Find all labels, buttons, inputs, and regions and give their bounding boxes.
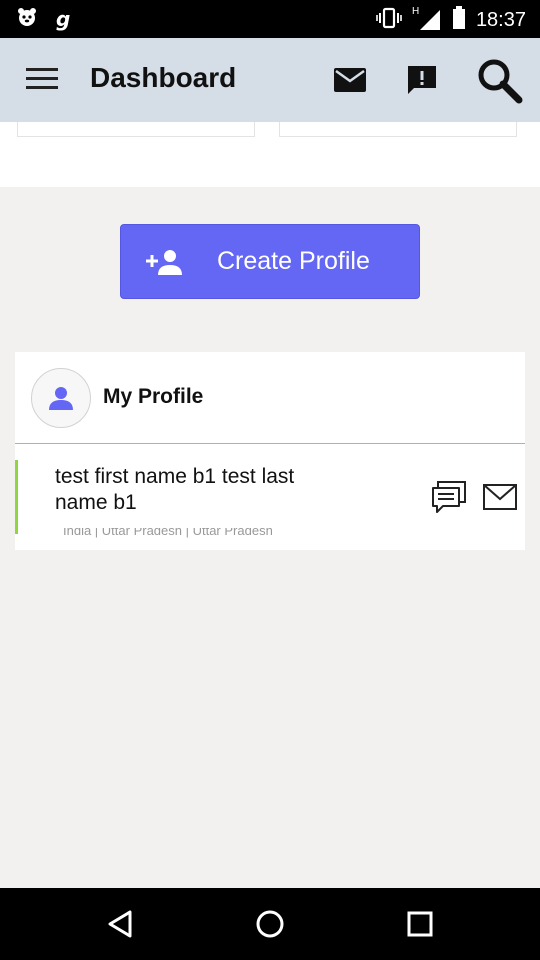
divider <box>15 443 525 444</box>
message-icon[interactable] <box>483 484 517 514</box>
system-nav-bar <box>0 888 540 960</box>
feedback-icon[interactable] <box>402 60 442 100</box>
create-profile-label: Create Profile <box>217 247 370 275</box>
summary-card[interactable] <box>17 122 255 137</box>
recents-icon[interactable] <box>404 908 436 940</box>
app-notification-icon <box>16 6 38 32</box>
create-profile-button[interactable]: Create Profile <box>120 224 420 299</box>
my-profile-card: My Profile test first name b1 test last … <box>15 352 525 550</box>
profile-name[interactable]: test first name b1 test last name b1 <box>55 464 305 516</box>
card-title: My Profile <box>103 385 204 408</box>
person-icon <box>49 387 73 410</box>
avatar <box>31 368 91 428</box>
list-item-accent <box>15 460 18 534</box>
status-bar: g H 18:37 <box>0 0 540 38</box>
mail-icon[interactable] <box>330 60 370 100</box>
summary-cards-strip <box>0 122 540 187</box>
carrier-glyph: g <box>56 7 71 31</box>
menu-icon[interactable] <box>26 68 58 92</box>
profile-location: India | Uttar Pradesh | Uttar Pradesh <box>63 528 273 538</box>
page-title: Dashboard <box>90 62 237 93</box>
signal-icon: H <box>412 6 442 32</box>
app-bar: Dashboard <box>0 38 540 122</box>
battery-icon <box>452 6 466 34</box>
clock: 18:37 <box>475 8 526 31</box>
summary-card[interactable] <box>279 122 517 137</box>
chat-icon[interactable] <box>431 480 467 518</box>
search-icon[interactable] <box>474 55 524 105</box>
add-person-icon <box>145 247 183 281</box>
home-icon[interactable] <box>254 908 286 940</box>
back-icon[interactable] <box>104 908 136 940</box>
vibrate-icon <box>376 7 402 33</box>
